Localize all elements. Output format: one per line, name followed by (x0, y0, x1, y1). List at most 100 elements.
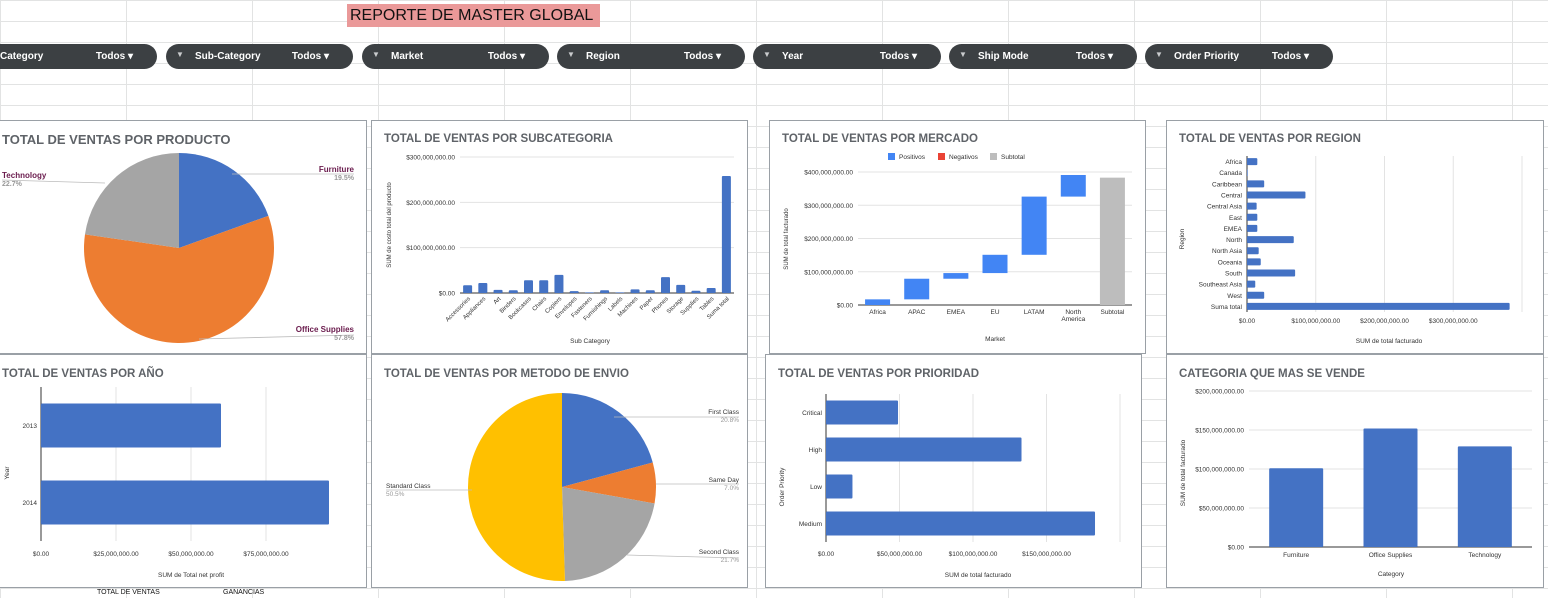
chart-card-ventas-por-producto[interactable]: TOTAL DE VENTAS POR PRODUCTO Furniture 19… (0, 120, 367, 354)
filter-ship-mode[interactable]: ▼ Ship Mode Todos (949, 44, 1137, 69)
waterfall-bar (1021, 196, 1047, 255)
filter-value[interactable]: Todos (96, 51, 133, 62)
bar (1247, 280, 1256, 288)
x-tick-label: Subtotal (1100, 309, 1124, 316)
y-tick-label: Low (810, 484, 822, 491)
pie-pct-label: 7.0% (724, 485, 739, 492)
chart-card-ventas-por-prioridad[interactable]: TOTAL DE VENTAS POR PRIORIDAD $0.00 $50,0… (765, 354, 1142, 588)
bar (1247, 202, 1257, 210)
waterfall-bar (1060, 174, 1086, 197)
y-tick-label: $300,000,000.00 (804, 203, 853, 210)
legend-label: Subtotal (1001, 154, 1025, 161)
y-tick-label: Africa (1225, 159, 1242, 166)
filter-category[interactable]: Category Todos (0, 44, 157, 69)
chart-card-ventas-por-envio[interactable]: TOTAL DE VENTAS POR METODO DE ENVIO Firs… (371, 354, 748, 588)
x-tick-label: EMEA (947, 309, 966, 316)
x-tick-label: Africa (869, 309, 886, 316)
pie-slice-technology (84, 153, 179, 248)
x-tick-label: Technology (1468, 552, 1502, 559)
filter-label: Sub-Category (195, 51, 261, 62)
filter-value[interactable]: Todos (880, 51, 917, 62)
pie-label: First Class (708, 409, 739, 416)
chart-card-ventas-por-region[interactable]: TOTAL DE VENTAS POR REGION $0.00 $100,000… (1166, 120, 1544, 354)
report-title: REPORTE DE MASTER GLOBAL (347, 4, 600, 27)
bar (1269, 468, 1324, 547)
filter-value[interactable]: Todos (488, 51, 525, 62)
y-axis-label: SUM de total facturado (1180, 439, 1187, 506)
x-tick-label: $200,000,000.00 (1360, 318, 1409, 325)
filter-value[interactable]: Todos (1272, 51, 1309, 62)
waterfall-bar (943, 273, 969, 279)
x-tick-label: America (1061, 316, 1085, 323)
y-tick-label: $400,000,000.00 (804, 170, 853, 177)
bar (1457, 446, 1512, 547)
x-tick-label: $100,000,000.00 (1291, 318, 1340, 325)
y-tick-label: Oceania (1218, 259, 1243, 266)
chart-card-ventas-por-subcategoria[interactable]: TOTAL DE VENTAS POR SUBCATEGORIA $0.00 $1… (371, 120, 748, 354)
filter-icon: ▼ (567, 50, 575, 59)
bar (1363, 428, 1418, 547)
pie-label: Furniture (319, 165, 355, 174)
bar (826, 437, 1022, 462)
bar (676, 284, 686, 293)
bar-chart-categoria: $0.00 $50,000,000.00 $100,000,000.00 $150,0… (1180, 389, 1532, 578)
legend-swatch (938, 153, 945, 160)
bar (1247, 247, 1259, 255)
filter-label: Market (391, 51, 424, 62)
bar (1247, 180, 1265, 188)
filter-sub-category[interactable]: ▼ Sub-Category Todos (166, 44, 353, 69)
filter-value[interactable]: Todos (1076, 51, 1113, 62)
bar (661, 277, 670, 293)
filter-value[interactable]: Todos (684, 51, 721, 62)
filter-label: Year (782, 51, 804, 62)
filter-year[interactable]: ▼ Year Todos (753, 44, 941, 69)
y-tick-label: Canada (1219, 170, 1242, 177)
chart-card-categoria-mas-vendida[interactable]: CATEGORIA QUE MAS SE VENDE $0.00 $50,000,… (1166, 354, 1544, 588)
chart-card-ventas-por-ano[interactable]: TOTAL DE VENTAS POR AÑO $0.00 $25,000,000… (0, 354, 367, 588)
pie-pct-label: 50.5% (386, 491, 405, 498)
bar (1247, 258, 1261, 266)
y-tick-label: $100,000,000.00 (406, 245, 455, 252)
bar (691, 290, 701, 293)
bar (554, 274, 564, 293)
pie-pct-label: 22.7% (2, 181, 23, 188)
pie-chart-producto: Furniture19.5% Office Supplies57.8% Techno… (1, 153, 355, 343)
y-tick-label: $200,000,000.00 (406, 200, 455, 207)
bar (826, 400, 899, 425)
bar (41, 480, 329, 525)
filter-region[interactable]: ▼ Region Todos (557, 44, 745, 69)
y-axis-label: Year (4, 466, 11, 480)
bar-chart-subcategoria: $0.00 $100,000,000.00 $200,000,000.00 $300,… (387, 155, 734, 345)
y-tick-label: North Asia (1212, 248, 1242, 255)
y-tick-label: 2014 (23, 500, 38, 507)
waterfall-bar (982, 254, 1008, 274)
y-tick-label: $0.00 (837, 303, 854, 310)
x-tick-label: $0.00 (818, 551, 835, 558)
filter-value[interactable]: Todos (292, 51, 329, 62)
bar (478, 283, 488, 293)
chart-card-ventas-por-mercado[interactable]: TOTAL DE VENTAS POR MERCADO $0.00 $100,00… (769, 120, 1146, 354)
y-axis-label: Region (1179, 228, 1186, 249)
pie-label: Office Supplies (296, 325, 355, 334)
pie-chart-envio: First Class20.8% Same Day7.0% Second Class… (386, 393, 740, 581)
filter-icon: ▼ (372, 50, 380, 59)
filter-order-priority[interactable]: ▼ Order Priority Todos (1145, 44, 1333, 69)
bar (1247, 236, 1294, 244)
x-tick-label: EU (990, 309, 999, 316)
filter-market[interactable]: ▼ Market Todos (362, 44, 549, 69)
y-tick-label: $50,000,000.00 (1199, 506, 1245, 513)
pie-label: Technology (2, 171, 47, 180)
pie-pct-label: 57.8% (334, 335, 355, 342)
y-axis-label: SUM de costo total del producto (387, 182, 393, 268)
bar (1247, 169, 1248, 177)
y-tick-label: Central (1221, 193, 1243, 200)
pie-pct-label: 20.8% (721, 417, 740, 424)
pie-slice-standard-class (468, 393, 565, 581)
filter-icon: ▼ (1155, 50, 1163, 59)
y-tick-label: High (809, 447, 823, 454)
bar (1247, 191, 1306, 199)
y-tick-label: West (1227, 293, 1242, 300)
y-tick-label: East (1229, 215, 1242, 222)
x-tick-label: $25,000,000.00 (93, 551, 139, 558)
legend-swatch (888, 153, 895, 160)
